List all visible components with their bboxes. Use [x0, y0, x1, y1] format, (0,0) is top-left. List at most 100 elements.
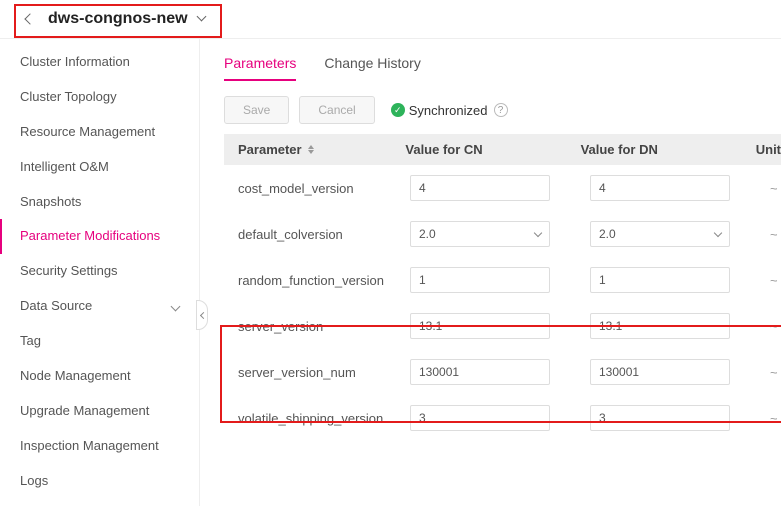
- sidebar: Cluster Information Cluster Topology Res…: [0, 39, 200, 506]
- sidebar-item-snapshots[interactable]: Snapshots: [0, 185, 199, 220]
- value-cn-cell: 2.0: [404, 221, 584, 247]
- sidebar-item-parameter-modifications[interactable]: Parameter Modifications: [0, 219, 199, 254]
- sidebar-item-label: Inspection Management: [20, 438, 159, 455]
- cancel-button[interactable]: Cancel: [299, 96, 374, 124]
- sidebar-item-resource-management[interactable]: Resource Management: [0, 115, 199, 150]
- col-header-dn: Value for DN: [575, 142, 750, 157]
- value-dn-input[interactable]: [590, 405, 730, 431]
- value-dn-select[interactable]: 2.0: [590, 221, 730, 247]
- sidebar-item-inspection-management[interactable]: Inspection Management: [0, 429, 199, 464]
- tabs: Parameters Change History: [224, 55, 781, 82]
- sidebar-item-upgrade-management[interactable]: Upgrade Management: [0, 394, 199, 429]
- sync-status: ✓ Synchronized ?: [391, 103, 508, 118]
- col-header-label: Parameter: [238, 142, 302, 157]
- sidebar-item-label: Data Source: [20, 298, 92, 315]
- value-cn-input[interactable]: [410, 175, 550, 201]
- sidebar-item-intelligent-om[interactable]: Intelligent O&M: [0, 150, 199, 185]
- value-cn-cell: [404, 359, 584, 385]
- unit-cell: ~: [764, 411, 781, 426]
- sidebar-item-label: Logs: [20, 473, 48, 490]
- layout: Cluster Information Cluster Topology Res…: [0, 39, 781, 506]
- table-row: cost_model_version ~: [224, 165, 781, 211]
- cluster-title[interactable]: dws-congnos-new: [48, 10, 205, 28]
- value-cn-input[interactable]: [410, 267, 550, 293]
- chevron-down-icon: [714, 229, 722, 237]
- sidebar-item-label: Tag: [20, 333, 41, 350]
- sidebar-item-label: Cluster Topology: [20, 89, 117, 106]
- col-header-cn: Value for CN: [399, 142, 574, 157]
- param-name: default_colversion: [224, 227, 404, 242]
- sidebar-collapse-handle[interactable]: [196, 300, 208, 330]
- value-cn-select[interactable]: 2.0: [410, 221, 550, 247]
- value-cn-cell: [404, 175, 584, 201]
- value-dn-cell: [584, 405, 764, 431]
- value-dn-cell: [584, 267, 764, 293]
- param-name: cost_model_version: [224, 181, 404, 196]
- sidebar-item-label: Resource Management: [20, 124, 155, 141]
- table-header-row: Parameter Value for CN Value for DN Unit: [224, 134, 781, 165]
- value-dn-cell: 2.0: [584, 221, 764, 247]
- sidebar-item-cluster-topology[interactable]: Cluster Topology: [0, 80, 199, 115]
- sidebar-item-logs[interactable]: Logs: [0, 464, 199, 499]
- value-dn-cell: [584, 359, 764, 385]
- main-panel: Parameters Change History Save Cancel ✓ …: [200, 39, 781, 506]
- sidebar-item-tag[interactable]: Tag: [0, 324, 199, 359]
- unit-cell: ~: [764, 273, 781, 288]
- table-row: server_version ~: [224, 303, 781, 349]
- tab-change-history[interactable]: Change History: [324, 55, 421, 81]
- param-name: volatile_shipping_version: [224, 411, 404, 426]
- unit-cell: ~: [764, 227, 781, 242]
- sidebar-item-label: Node Management: [20, 368, 131, 385]
- sidebar-item-security-settings[interactable]: Security Settings: [0, 254, 199, 289]
- cluster-title-text: dws-congnos-new: [48, 10, 188, 27]
- value-dn-input[interactable]: [590, 175, 730, 201]
- sidebar-item-label: Snapshots: [20, 194, 81, 211]
- tab-parameters[interactable]: Parameters: [224, 55, 296, 81]
- value-cn-cell: [404, 405, 584, 431]
- page-header: dws-congnos-new: [0, 0, 781, 39]
- value-dn-input[interactable]: [590, 267, 730, 293]
- back-icon[interactable]: [24, 13, 35, 24]
- sidebar-item-label: Upgrade Management: [20, 403, 149, 420]
- sort-icon: [308, 145, 314, 154]
- value-cn-input[interactable]: [410, 359, 550, 385]
- col-header-unit: Unit: [750, 142, 781, 157]
- parameters-table: Parameter Value for CN Value for DN Unit…: [224, 134, 781, 441]
- chevron-down-icon: [534, 229, 542, 237]
- save-button[interactable]: Save: [224, 96, 289, 124]
- select-value: 2.0: [419, 227, 436, 241]
- value-cn-cell: [404, 267, 584, 293]
- sidebar-item-label: Cluster Information: [20, 54, 130, 71]
- sync-status-label: Synchronized: [409, 103, 488, 118]
- unit-cell: ~: [764, 319, 781, 334]
- value-dn-input[interactable]: [590, 359, 730, 385]
- value-dn-cell: [584, 175, 764, 201]
- unit-cell: ~: [764, 365, 781, 380]
- col-header-parameter[interactable]: Parameter: [224, 142, 399, 157]
- value-dn-input[interactable]: [590, 313, 730, 339]
- chevron-left-icon: [199, 311, 206, 318]
- sidebar-item-node-management[interactable]: Node Management: [0, 359, 199, 394]
- value-cn-input[interactable]: [410, 405, 550, 431]
- value-cn-input[interactable]: [410, 313, 550, 339]
- chevron-down-icon: [171, 302, 181, 312]
- sidebar-item-data-source[interactable]: Data Source: [0, 289, 199, 324]
- sidebar-item-label: Intelligent O&M: [20, 159, 109, 176]
- table-row: volatile_shipping_version ~: [224, 395, 781, 441]
- chevron-down-icon: [197, 12, 207, 22]
- value-cn-cell: [404, 313, 584, 339]
- unit-cell: ~: [764, 181, 781, 196]
- select-value: 2.0: [599, 227, 616, 241]
- param-name: server_version_num: [224, 365, 404, 380]
- sidebar-item-label: Security Settings: [20, 263, 118, 280]
- sidebar-item-label: Parameter Modifications: [20, 228, 160, 245]
- check-circle-icon: ✓: [391, 103, 405, 117]
- table-row: server_version_num ~: [224, 349, 781, 395]
- sidebar-item-user-management[interactable]: User Management: [0, 499, 199, 506]
- param-name: random_function_version: [224, 273, 404, 288]
- help-icon[interactable]: ?: [494, 103, 508, 117]
- toolbar: Save Cancel ✓ Synchronized ?: [224, 96, 781, 124]
- param-name: server_version: [224, 319, 404, 334]
- sidebar-item-cluster-information[interactable]: Cluster Information: [0, 45, 199, 80]
- table-row: random_function_version ~: [224, 257, 781, 303]
